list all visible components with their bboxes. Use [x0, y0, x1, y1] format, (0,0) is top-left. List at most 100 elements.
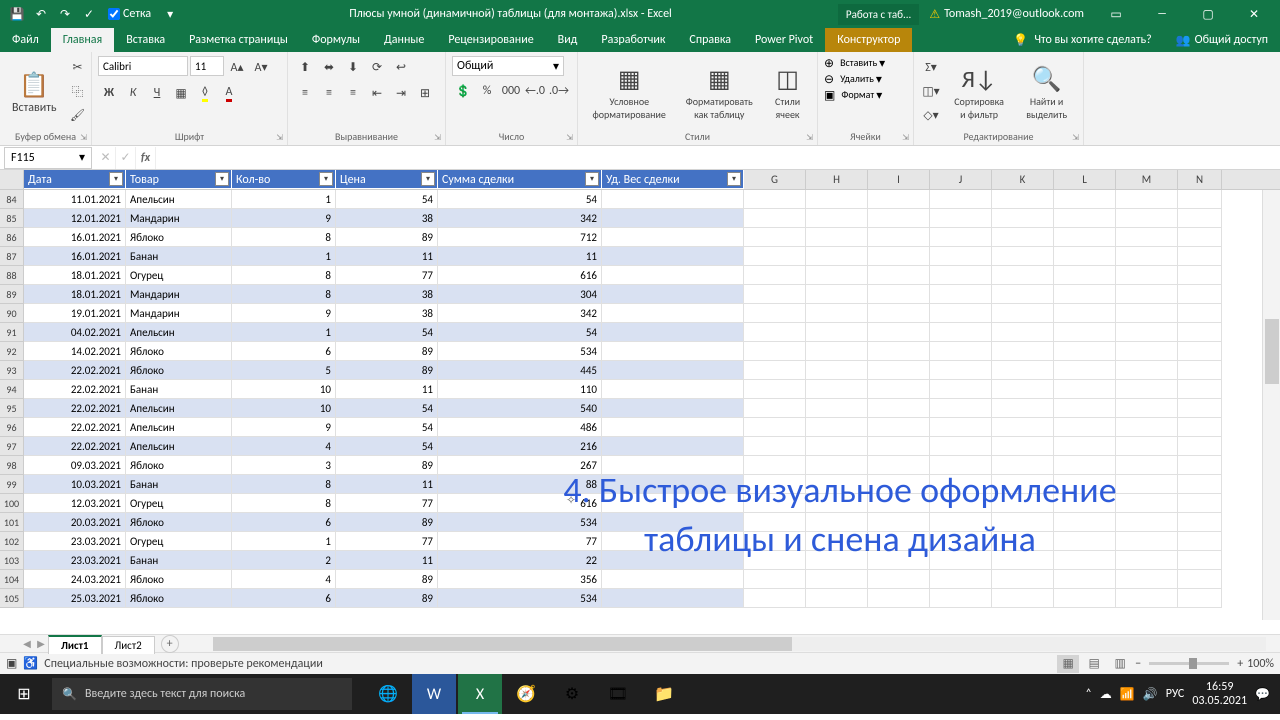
cell[interactable]	[806, 380, 868, 399]
taskbar-chrome[interactable]: 🌐	[366, 674, 410, 714]
cell-sum[interactable]: 534	[438, 589, 602, 608]
cell[interactable]	[868, 570, 930, 589]
zoom-out[interactable]: −	[1135, 657, 1141, 671]
cell[interactable]	[992, 266, 1054, 285]
cell[interactable]	[1116, 475, 1178, 494]
cell-date[interactable]: 22.02.2021	[24, 399, 126, 418]
wrap-text[interactable]: ↩	[390, 56, 412, 78]
tray-lang[interactable]: РУС	[1166, 687, 1185, 701]
cell-price[interactable]: 11	[336, 551, 438, 570]
cell-date[interactable]: 22.02.2021	[24, 437, 126, 456]
cell-qty[interactable]: 5	[232, 361, 336, 380]
row-header[interactable]: 90	[0, 304, 24, 323]
tab-view[interactable]: Вид	[546, 28, 590, 52]
cell-qty[interactable]: 6	[232, 589, 336, 608]
cell[interactable]	[1116, 323, 1178, 342]
tab-help[interactable]: Справка	[677, 28, 743, 52]
cell-weight[interactable]	[602, 380, 744, 399]
cell[interactable]	[1116, 399, 1178, 418]
cell[interactable]	[1054, 285, 1116, 304]
cell-product[interactable]: Мандарин	[126, 304, 232, 323]
cell-weight[interactable]	[602, 247, 744, 266]
cell-weight[interactable]	[602, 190, 744, 209]
cell-price[interactable]: 77	[336, 266, 438, 285]
view-page-break[interactable]: ▥	[1109, 655, 1131, 673]
cell-date[interactable]: 25.03.2021	[24, 589, 126, 608]
find-select[interactable]: 🔍Найти и выделить	[1016, 56, 1077, 128]
row-header[interactable]: 87	[0, 247, 24, 266]
tab-home[interactable]: Главная	[51, 28, 114, 52]
fill[interactable]: ◫▾	[920, 80, 942, 102]
cell[interactable]	[806, 247, 868, 266]
cell[interactable]	[806, 285, 868, 304]
cell[interactable]	[744, 304, 806, 323]
align-left[interactable]: ≡	[294, 82, 316, 104]
cell[interactable]	[744, 570, 806, 589]
cell[interactable]	[1116, 589, 1178, 608]
cut-button[interactable]: ✂	[67, 56, 89, 78]
cell-sum[interactable]: 616	[438, 266, 602, 285]
cell[interactable]	[930, 361, 992, 380]
paste-button[interactable]: 📋 Вставить	[6, 56, 63, 128]
cell[interactable]	[992, 209, 1054, 228]
cell-date[interactable]: 09.03.2021	[24, 456, 126, 475]
cell[interactable]	[1116, 266, 1178, 285]
cell-product[interactable]: Яблоко	[126, 570, 232, 589]
cell[interactable]	[1054, 570, 1116, 589]
cell[interactable]	[868, 589, 930, 608]
cell[interactable]	[1116, 380, 1178, 399]
table-header-weight[interactable]: Уд. Вес сделки▾	[602, 170, 744, 189]
cell[interactable]	[868, 228, 930, 247]
qat-redo[interactable]: ↷	[56, 5, 74, 23]
cell-sum[interactable]: 712	[438, 228, 602, 247]
cell[interactable]	[806, 228, 868, 247]
cell[interactable]	[1116, 209, 1178, 228]
increase-decimal[interactable]: ←.0	[524, 80, 546, 102]
qat-grid-toggle[interactable]: Сетка	[104, 7, 155, 21]
cell-product[interactable]: Яблоко	[126, 228, 232, 247]
bold-button[interactable]: Ж	[98, 82, 120, 104]
cell-product[interactable]: Мандарин	[126, 285, 232, 304]
cell-date[interactable]: 18.01.2021	[24, 266, 126, 285]
cell-qty[interactable]: 1	[232, 247, 336, 266]
qat-save[interactable]: 💾	[8, 5, 26, 23]
cell[interactable]	[744, 380, 806, 399]
cell[interactable]	[868, 399, 930, 418]
cell[interactable]	[868, 304, 930, 323]
cell[interactable]	[1178, 551, 1222, 570]
cell-weight[interactable]	[602, 437, 744, 456]
cells-delete[interactable]: ⊖Удалить▾	[824, 72, 907, 87]
cell[interactable]	[992, 399, 1054, 418]
cell-sum[interactable]: 304	[438, 285, 602, 304]
qat-spellcheck-icon[interactable]: ✓	[80, 5, 98, 23]
cell[interactable]	[992, 361, 1054, 380]
view-normal[interactable]: ▦	[1057, 655, 1079, 673]
macro-record-icon[interactable]: ▣	[6, 656, 17, 671]
cell[interactable]	[992, 342, 1054, 361]
share-button[interactable]: 👥Общий доступ	[1164, 28, 1280, 52]
horizontal-scrollbar[interactable]	[213, 637, 1266, 651]
cell[interactable]	[1178, 513, 1222, 532]
cell-qty[interactable]: 10	[232, 380, 336, 399]
tray-volume-icon[interactable]: 🔊	[1143, 687, 1158, 702]
cell[interactable]	[1178, 494, 1222, 513]
table-header-product[interactable]: Товар▾	[126, 170, 232, 189]
cell-product[interactable]: Яблоко	[126, 342, 232, 361]
filter-dropdown-icon[interactable]: ▾	[109, 172, 123, 186]
align-center[interactable]: ≡	[318, 82, 340, 104]
sheet-tab-2[interactable]: Лист2	[102, 636, 155, 654]
cell-price[interactable]: 89	[336, 456, 438, 475]
cell[interactable]	[1054, 399, 1116, 418]
cell[interactable]	[1178, 247, 1222, 266]
cell-sum[interactable]: 54	[438, 323, 602, 342]
row-header[interactable]: 94	[0, 380, 24, 399]
cell[interactable]	[992, 589, 1054, 608]
cell-product[interactable]: Банан	[126, 551, 232, 570]
cell-product[interactable]: Яблоко	[126, 589, 232, 608]
cell[interactable]	[930, 570, 992, 589]
formula-bar[interactable]	[156, 147, 1280, 169]
cell[interactable]	[1054, 437, 1116, 456]
cell[interactable]	[1178, 285, 1222, 304]
cell[interactable]	[744, 285, 806, 304]
cell[interactable]	[1054, 266, 1116, 285]
